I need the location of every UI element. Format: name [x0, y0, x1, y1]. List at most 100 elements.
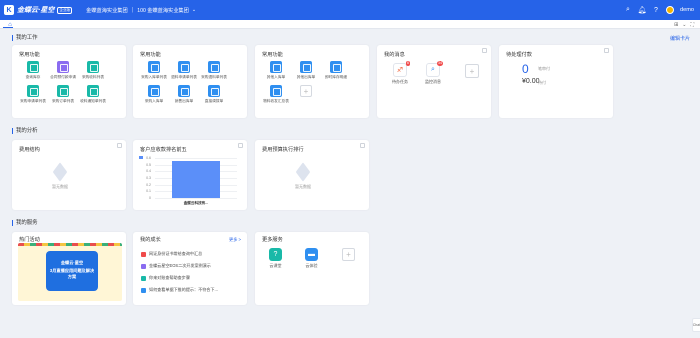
section-title-my-services: 我的服务	[12, 220, 38, 226]
chevron-down-icon[interactable]: ⌄	[192, 7, 196, 13]
function-item[interactable]: 采购订单列表	[48, 85, 78, 104]
function-item[interactable]: 即时库存明细	[321, 61, 351, 80]
y-tick-label: 0.2	[146, 182, 151, 187]
growth-list-item[interactable]: 如何查看单据下推的提示：不符合下...	[141, 287, 218, 293]
add-service-button[interactable]: +	[342, 248, 355, 261]
function-icon	[178, 85, 190, 97]
y-tick-label: 0.3	[146, 176, 151, 180]
payment-count[interactable]: 0	[522, 62, 529, 76]
function-item[interactable]: 采购申请单列表	[18, 85, 48, 104]
function-item[interactable]: 退料申请单列表	[169, 61, 199, 80]
payment-amount-unit: 待付	[538, 80, 546, 85]
y-tick-label: 0	[149, 196, 151, 200]
hot-activities-card: 热门活动 金蝶云·星空 3月直播应用问题及解决方案	[12, 232, 126, 305]
function-icon	[208, 61, 220, 73]
function-grid: 查询库存 合同预付款申请 采购收料列表采购申请单列表 采购订单列表 收料通知单列表	[18, 61, 108, 104]
card-title: 常用功能	[19, 52, 40, 58]
app-logo[interactable]: K 金蝶云·星空 企业版	[4, 5, 73, 15]
function-label: 查询库存	[25, 75, 41, 79]
chevron-down-icon[interactable]: ⌄	[682, 22, 686, 28]
fullscreen-icon[interactable]: ⛶	[690, 22, 694, 28]
service-item-cloud-classroom[interactable]: ? 云课堂	[269, 248, 282, 269]
bell-icon[interactable]: 🔔︎	[638, 6, 647, 14]
search-icon[interactable]: ⌕	[624, 6, 632, 14]
header-divider: |	[131, 7, 134, 13]
function-icon	[57, 85, 69, 97]
plus-icon: +	[300, 85, 312, 97]
function-icon	[300, 61, 312, 73]
expense-structure-card: 费用结构 暂无数据	[12, 140, 126, 210]
chart-bar[interactable]	[172, 161, 220, 198]
pending-payment-card: 待处理付款 0 笔审付 ¥0.00 待付	[499, 45, 613, 118]
username[interactable]: demo	[680, 7, 694, 13]
grid-line	[155, 198, 237, 199]
empty-box-icon	[295, 162, 311, 182]
message-label: 监控消息	[425, 79, 441, 84]
top-navigation-bar: K 金蝶云·星空 企业版 金蝶蓝海实业集团 | 100 金蝶蓝海实业集团 ⌄ ⌕…	[0, 0, 700, 20]
avatar[interactable]	[666, 6, 674, 14]
classroom-icon: ?	[269, 248, 282, 261]
function-grid: 其他入库单 其他出库单 即时库存明细物料收发汇总表 +	[261, 61, 351, 104]
function-item[interactable]: 其他入库单	[261, 61, 291, 80]
activity-banner[interactable]: 金蝶云·星空 3月直播应用问题及解决方案	[18, 243, 122, 301]
function-item[interactable]: 采购退料单列表	[199, 61, 229, 80]
function-grid: 采购入库单列表 退料申请单列表 采购退料单列表采购入库单 销售出库单 直接调拨单	[139, 61, 229, 104]
growth-list-item[interactable]: 网证身份证书常给查询中汇总	[141, 251, 202, 257]
function-icon	[178, 61, 190, 73]
function-item[interactable]: 采购收料列表	[78, 61, 108, 80]
budget-execution-card: 费用预算执行排行 暂无数据	[255, 140, 369, 210]
logo-mark-icon: K	[4, 5, 14, 15]
expand-icon[interactable]	[360, 143, 365, 148]
add-message-button[interactable]: +	[465, 64, 479, 78]
chat-side-tab[interactable]: Chat	[692, 318, 700, 332]
card-title: 常用功能	[262, 52, 283, 58]
function-item[interactable]: 采购入库单列表	[139, 61, 169, 80]
card-title: 我的消息	[384, 52, 405, 58]
function-item[interactable]: 物料收发汇总表	[261, 85, 291, 104]
message-item-todo[interactable]: ♐︎ 6 待办任务	[392, 61, 410, 85]
common-functions-card-1: 常用功能 查询库存 合同预付款申请 采购收料列表采购申请单列表 采购订单列表 收料通知单…	[12, 45, 126, 118]
function-item[interactable]: 采购入库单	[139, 85, 169, 104]
function-item[interactable]: 销售出库单	[169, 85, 199, 104]
banner-decoration	[18, 243, 122, 246]
growth-list-item[interactable]: 金蝶云星空EOS二次开发案例演示	[141, 263, 211, 269]
empty-state: 暂无数据	[52, 162, 68, 190]
add-function-button[interactable]: +	[291, 85, 321, 104]
message-item-monitor[interactable]: ⌕ 34 监控消息	[425, 61, 443, 85]
card-title: 更多服务	[262, 237, 283, 243]
help-icon[interactable]: ?	[652, 6, 660, 14]
function-item[interactable]: 其他出库单	[291, 61, 321, 80]
chat-icon: ▬	[305, 248, 318, 261]
function-label: 销售出库单	[174, 99, 194, 103]
function-item[interactable]: 直接调拨单	[199, 85, 229, 104]
y-tick-label: 0.4	[146, 169, 151, 174]
card-title: 费用预算执行排行	[262, 147, 304, 153]
function-label: 物料收发汇总表	[263, 99, 289, 103]
banner-subtitle: 3月直播应用问题及解决方案	[49, 268, 95, 279]
function-item[interactable]: 合同预付款申请	[48, 61, 78, 80]
payment-amount[interactable]: ¥0.00	[522, 78, 540, 85]
monitor-message-icon: ⌕ 34	[426, 61, 443, 77]
function-item[interactable]: 收料通知单列表	[78, 85, 108, 104]
function-item[interactable]: 查询库存	[18, 61, 48, 80]
service-item-cloud-experience[interactable]: ▬ 云体验	[305, 248, 318, 269]
more-link[interactable]: 更多 >	[229, 237, 241, 243]
data-center-selector[interactable]: 100 金蝶蓝海实业集团	[137, 7, 189, 14]
function-icon	[87, 61, 99, 73]
growth-list-item[interactable]: 你来对账查帮助查步骤	[141, 275, 190, 281]
expand-icon[interactable]	[604, 48, 609, 53]
function-icon	[57, 61, 69, 73]
organization-name[interactable]: 金蝶蓝海实业集团	[86, 7, 128, 14]
function-label: 采购订单列表	[51, 99, 75, 103]
empty-box-icon	[52, 162, 68, 182]
add-tab-icon[interactable]: ⊞	[674, 22, 678, 28]
expand-icon[interactable]	[482, 48, 487, 53]
function-label: 采购入库单列表	[141, 75, 167, 79]
expand-icon[interactable]	[117, 143, 122, 148]
edit-card-button[interactable]: 编辑卡片	[670, 35, 690, 42]
service-label: 云课堂	[269, 263, 282, 268]
card-title: 待处理付款	[506, 52, 532, 58]
section-title-my-work: 我的工作	[12, 35, 38, 41]
unread-badge: 34	[437, 61, 443, 66]
active-tab-underline	[3, 27, 13, 28]
